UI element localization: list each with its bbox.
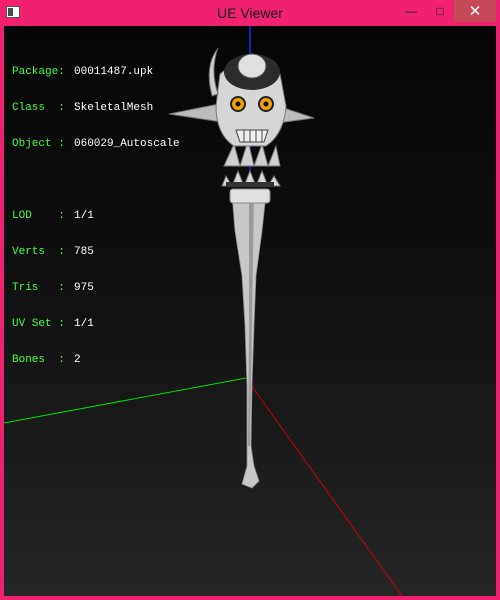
info-label: Verts :	[12, 246, 65, 258]
skull-teeth	[235, 129, 269, 143]
staff-band	[226, 182, 274, 187]
app-window: UE Viewer — □ ✕ Package: 00011487.upk Cl…	[0, 0, 500, 600]
info-label: UV Set :	[12, 318, 65, 330]
info-value: 975	[74, 282, 94, 294]
info-row-package: Package: 00011487.upk	[12, 66, 180, 78]
crest-ornament	[237, 53, 267, 79]
info-label: Package:	[12, 66, 65, 78]
info-label: Tris :	[12, 282, 65, 294]
info-row-verts: Verts : 785	[12, 246, 180, 258]
info-row-object: Object : 060029_Autoscale	[12, 138, 180, 150]
info-label: Class :	[12, 102, 65, 114]
close-button[interactable]: ✕	[454, 0, 496, 22]
info-label: Bones :	[12, 354, 65, 366]
right-pupil	[263, 101, 269, 107]
x-axis-line	[245, 377, 403, 596]
title-bar[interactable]: UE Viewer — □ ✕	[0, 0, 500, 26]
info-row-bones: Bones : 2	[12, 354, 180, 366]
info-row-uvset: UV Set : 1/1	[12, 318, 180, 330]
info-row-lod: LOD : 1/1	[12, 210, 180, 222]
left-pupil	[235, 101, 241, 107]
info-value: 785	[74, 246, 94, 258]
staff-collar	[229, 188, 271, 204]
info-label: LOD :	[12, 210, 65, 222]
info-value: 00011487.upk	[74, 66, 154, 78]
info-value: 060029_Autoscale	[74, 138, 180, 150]
maximize-button[interactable]: □	[425, 0, 455, 22]
info-label: Object :	[12, 138, 65, 150]
info-value: SkeletalMesh	[74, 102, 154, 114]
minimize-button[interactable]: —	[396, 0, 426, 22]
info-row-class: Class : SkeletalMesh	[12, 102, 180, 114]
plume	[208, 47, 219, 97]
info-value: 2	[74, 354, 81, 366]
info-row-tris: Tris : 975	[12, 282, 180, 294]
mesh-info-panel: Package: 00011487.upk Class : SkeletalMesh…	[12, 42, 180, 390]
3d-viewport[interactable]: Package: 00011487.upk Class : SkeletalMesh…	[4, 26, 496, 596]
info-value: 1/1	[74, 210, 94, 222]
info-value: 1/1	[74, 318, 94, 330]
